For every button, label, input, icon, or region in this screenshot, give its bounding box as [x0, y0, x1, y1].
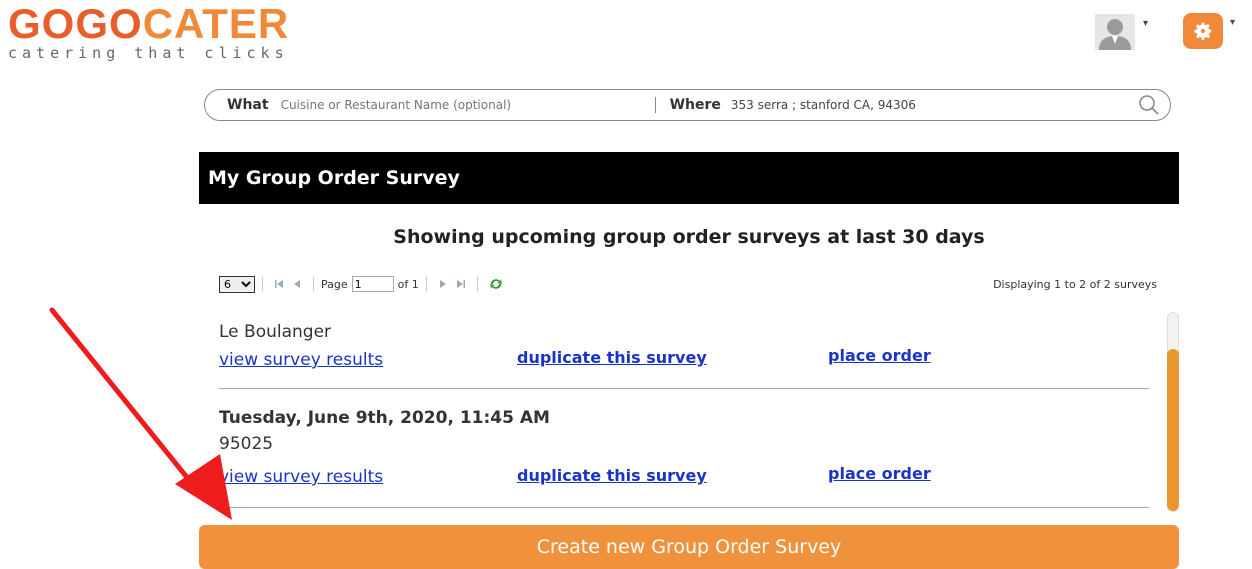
pager-divider [262, 276, 263, 292]
survey-zip: 95025 [219, 434, 274, 454]
page-of-label: of 1 [397, 277, 419, 291]
settings-menu-button[interactable]: ▾ [1183, 13, 1239, 49]
pagination-toolbar: 6 Page of 1 [219, 274, 507, 294]
view-survey-results-link[interactable]: view survey results [219, 350, 383, 370]
where-input[interactable]: 353 serra ; stanford CA, 94306 [731, 98, 916, 112]
user-menu-button[interactable]: ▾ [1095, 14, 1155, 50]
next-page-icon[interactable] [438, 279, 448, 289]
logo-tagline: catering that clicks [8, 44, 289, 62]
view-survey-results-link[interactable]: view survey results [219, 467, 383, 487]
search-bar: What Where 353 serra ; stanford CA, 9430… [204, 89, 1171, 121]
where-label: Where [669, 97, 721, 113]
survey-restaurant: Le Boulanger [219, 322, 332, 342]
gear-icon [1183, 13, 1223, 49]
pager-divider [425, 276, 427, 292]
refresh-icon[interactable] [489, 278, 503, 290]
chevron-down-icon: ▾ [1143, 18, 1149, 29]
search-divider [654, 97, 656, 113]
gogocater-logo[interactable]: GOGOCATER catering that clicks [8, 0, 290, 63]
page-label: Page [321, 277, 348, 291]
search-icon[interactable] [1138, 94, 1160, 116]
chevron-down-icon: ▾ [1230, 17, 1236, 28]
what-label: What [227, 97, 269, 113]
list-item: Le Boulanger view survey results duplica… [219, 310, 1149, 389]
pager-divider [476, 276, 478, 292]
user-avatar-icon [1095, 14, 1135, 50]
panel-subtitle: Showing upcoming group order surveys at … [393, 226, 985, 248]
panel-title: My Group Order Survey [199, 152, 1179, 204]
page-size-select[interactable]: 6 [219, 275, 255, 293]
place-order-link[interactable]: place order [828, 346, 931, 365]
create-survey-button[interactable]: Create new Group Order Survey [199, 525, 1179, 569]
first-page-icon[interactable] [274, 279, 284, 289]
pager-summary: Displaying 1 to 2 of 2 surveys [993, 278, 1157, 291]
place-order-link[interactable]: place order [828, 464, 931, 483]
survey-date: Tuesday, June 9th, 2020, 11:45 AM [219, 408, 550, 428]
prev-page-icon[interactable] [292, 279, 302, 289]
pager-divider [313, 276, 314, 292]
what-input[interactable] [278, 97, 643, 113]
duplicate-survey-link[interactable]: duplicate this survey [517, 348, 707, 367]
survey-list: Le Boulanger view survey results duplica… [219, 310, 1149, 510]
list-item: Tuesday, June 9th, 2020, 11:45 AM 95025 … [219, 389, 1149, 508]
scrollbar-thumb[interactable] [1167, 349, 1179, 511]
duplicate-survey-link[interactable]: duplicate this survey [517, 466, 707, 485]
page-number-input[interactable] [351, 276, 394, 292]
last-page-icon[interactable] [456, 279, 466, 289]
logo-wordmark: GOGOCATER [8, 0, 290, 47]
